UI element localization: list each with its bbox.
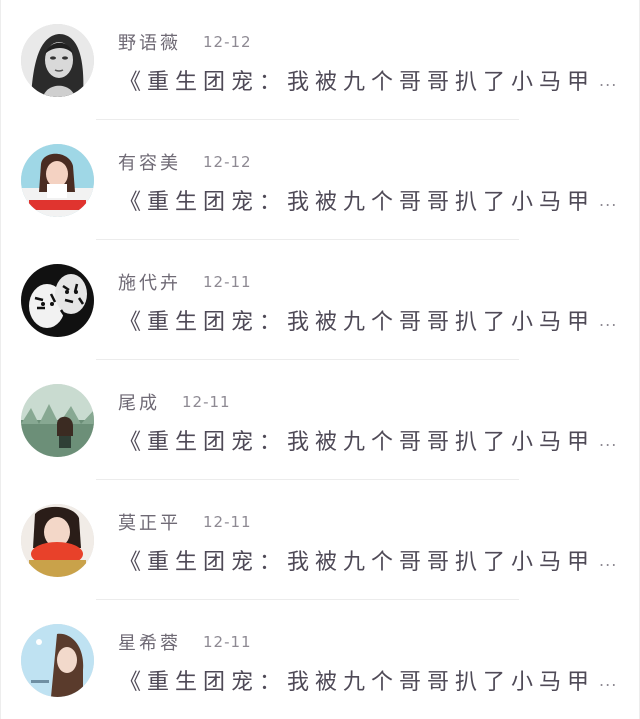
list-item[interactable]: 尾成 12-11 《重生团宠：我被九个哥哥扒了小马甲 ... [1, 360, 639, 480]
avatar[interactable] [21, 624, 94, 697]
avatar-woman-sketch-icon [21, 24, 94, 97]
message-date: 12-11 [203, 633, 252, 651]
message-date: 12-12 [203, 33, 252, 51]
message-preview: 《重生团宠：我被九个哥哥扒了小马甲 ... [119, 422, 619, 458]
ellipsis: ... [599, 190, 618, 210]
message-text: 《重生团宠：我被九个哥哥扒了小马甲 [119, 550, 596, 575]
list-item[interactable]: 有容美 12-12 《重生团宠：我被九个哥哥扒了小马甲 ... [1, 120, 639, 240]
message-date: 12-12 [203, 153, 252, 171]
avatar-forest-girl-icon [21, 384, 94, 457]
ellipsis: ... [599, 670, 618, 690]
ellipsis: ... [599, 70, 618, 90]
sender-line: 施代卉 12-11 [118, 268, 252, 296]
avatar[interactable] [21, 144, 94, 217]
message-preview: 《重生团宠：我被九个哥哥扒了小马甲 ... [119, 182, 619, 218]
message-date: 12-11 [182, 393, 231, 411]
list-item[interactable]: 野语薇 12-12 《重生团宠：我被九个哥哥扒了小马甲 ... [1, 0, 639, 120]
avatar-tigers-icon [21, 264, 94, 337]
avatar-sky-girl-icon [21, 624, 94, 697]
message-date: 12-11 [203, 273, 252, 291]
sender-line: 野语薇 12-12 [118, 28, 252, 56]
list-item[interactable]: 星希蓉 12-11 《重生团宠：我被九个哥哥扒了小马甲 ... [1, 600, 639, 719]
message-list-page: 野语薇 12-12 《重生团宠：我被九个哥哥扒了小马甲 ... 有容美 12-1… [0, 0, 640, 719]
message-text: 《重生团宠：我被九个哥哥扒了小马甲 [119, 70, 596, 95]
message-preview: 《重生团宠：我被九个哥哥扒了小马甲 ... [119, 62, 619, 98]
sender-name: 有容美 [118, 153, 181, 174]
message-text: 《重生团宠：我被九个哥哥扒了小马甲 [119, 310, 596, 335]
message-text: 《重生团宠：我被九个哥哥扒了小马甲 [119, 190, 596, 215]
ellipsis: ... [599, 430, 618, 450]
message-text: 《重生团宠：我被九个哥哥扒了小马甲 [119, 430, 596, 455]
ellipsis: ... [599, 310, 618, 330]
sender-name: 施代卉 [118, 273, 181, 294]
avatar[interactable] [21, 504, 94, 577]
list-item[interactable]: 施代卉 12-11 《重生团宠：我被九个哥哥扒了小马甲 ... [1, 240, 639, 360]
sender-line: 有容美 12-12 [118, 148, 252, 176]
sender-line: 星希蓉 12-11 [118, 628, 252, 656]
avatar[interactable] [21, 24, 94, 97]
message-text: 《重生团宠：我被九个哥哥扒了小马甲 [119, 670, 596, 695]
message-date: 12-11 [203, 513, 252, 531]
ellipsis: ... [599, 550, 618, 570]
list-item[interactable]: 莫正平 12-11 《重生团宠：我被九个哥哥扒了小马甲 ... [1, 480, 639, 600]
sender-name: 星希蓉 [118, 633, 181, 654]
sender-name: 野语薇 [118, 33, 181, 54]
message-preview: 《重生团宠：我被九个哥哥扒了小马甲 ... [119, 662, 619, 698]
avatar[interactable] [21, 384, 94, 457]
sender-line: 尾成 12-11 [118, 388, 231, 416]
avatar[interactable] [21, 264, 94, 337]
sender-name: 尾成 [118, 393, 160, 414]
sender-name: 莫正平 [118, 513, 181, 534]
message-preview: 《重生团宠：我被九个哥哥扒了小马甲 ... [119, 302, 619, 338]
avatar-girl-photo-icon [21, 144, 94, 217]
message-preview: 《重生团宠：我被九个哥哥扒了小马甲 ... [119, 542, 619, 578]
sender-line: 莫正平 12-11 [118, 508, 252, 536]
message-list: 野语薇 12-12 《重生团宠：我被九个哥哥扒了小马甲 ... 有容美 12-1… [1, 0, 639, 719]
avatar-red-scarf-icon [21, 504, 94, 577]
